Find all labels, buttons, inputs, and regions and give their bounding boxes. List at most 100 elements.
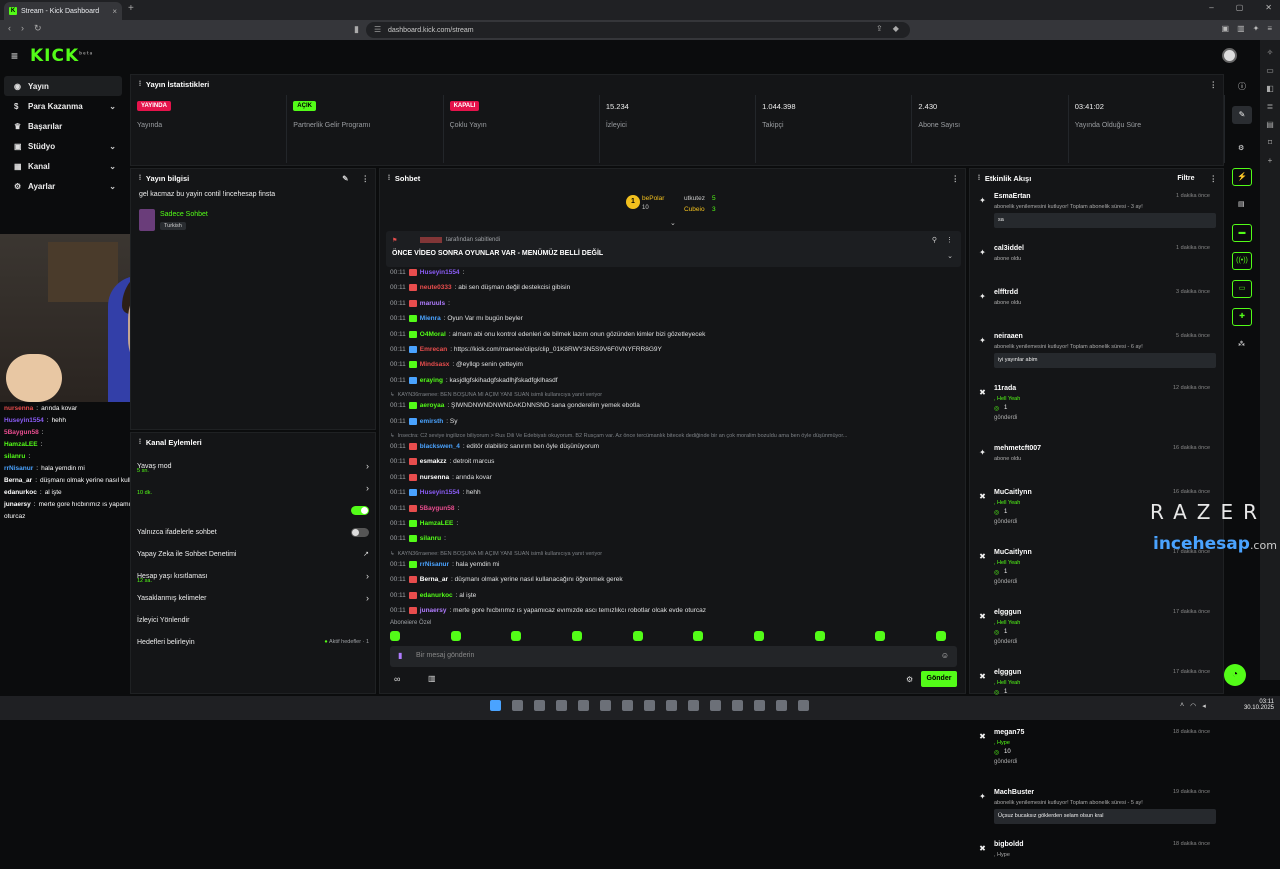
flash-icon[interactable]: ⚡ [1232, 168, 1252, 186]
nav-item-4[interactable]: ▦ Kanal ⌄ [4, 156, 122, 176]
event-user[interactable]: elfftrdd [994, 289, 1018, 296]
forward-icon[interactable]: › [21, 23, 24, 34]
chat-message[interactable]: 00:11 Huseyin1554: [390, 269, 950, 276]
activity-event[interactable]: ✦ elfftrdd 3 dakika önce abone oldu [974, 289, 1220, 317]
chat-message[interactable]: 00:11 rrNisanur: hala yemdin mi [390, 560, 950, 568]
github-icon[interactable] [732, 700, 743, 711]
reload-icon[interactable]: ↻ [34, 23, 42, 34]
sidebar-add-icon[interactable]: + [1268, 156, 1273, 165]
chat-username[interactable]: esmakzz [420, 458, 447, 465]
menu-icon[interactable]: ≡ [1267, 24, 1272, 33]
chat-message[interactable]: 00:11 silanru: [390, 535, 950, 543]
activity-event[interactable]: ✦ mehmetcft007 16 dakika önce abone oldu [974, 445, 1220, 473]
hamburger-icon[interactable]: ≡ [11, 49, 18, 63]
chevron-down-icon[interactable]: ⌄ [109, 142, 116, 151]
emote-icon[interactable] [571, 631, 582, 641]
activity-event[interactable]: ✦ cal3iddel 1 dakika önce abone oldu [974, 245, 1220, 273]
chat-username[interactable]: silanru [420, 535, 441, 542]
channel-action-row[interactable]: Yapay Zeka ile Sohbet Denetimi ↗ [131, 543, 375, 565]
files-icon[interactable] [556, 700, 567, 711]
activity-event[interactable]: ✖ 11rada 12 dakika önce , Hell Yeah ◎ 1 gönder… [974, 385, 1220, 429]
emote-icon[interactable] [693, 631, 704, 641]
chat-username[interactable]: Mienra [420, 315, 441, 322]
chevron-up-icon[interactable]: ˄ [1180, 702, 1184, 710]
chat-username[interactable]: emirsth [420, 418, 443, 425]
trash-icon[interactable]: ▥ [428, 674, 436, 683]
emote-icon[interactable] [632, 631, 643, 641]
minimize-icon[interactable]: – [1209, 3, 1213, 12]
activity-event[interactable]: ✦ EsmaErtan 1 dakika önce abonelik yenileme… [974, 193, 1220, 243]
info-icon[interactable]: ⓘ [1238, 81, 1246, 92]
edit-icon[interactable]: ✎ [342, 174, 348, 183]
maximize-icon[interactable]: ▢ [1236, 3, 1244, 12]
nav-item-0[interactable]: ◉ Yayın [4, 76, 122, 96]
ableton-icon[interactable] [688, 700, 699, 711]
notepad-icon[interactable] [644, 700, 655, 711]
category-name[interactable]: Sadece Sohbet [160, 211, 208, 218]
chat-username[interactable]: rrNisanur [420, 561, 449, 568]
back-icon[interactable]: ‹ [8, 23, 11, 34]
chat-message[interactable]: 00:11 esmakzz: detroit marcus [390, 458, 950, 466]
toggle-switch[interactable] [351, 527, 369, 537]
activity-event[interactable]: ✦ MachBuster 19 dakika önce abonelik yenile… [974, 789, 1220, 839]
reply-context[interactable]: ↳ KAYN36rraenee: BEN BOŞUNA Mİ AÇIM YANİ … [390, 392, 950, 398]
activity-event[interactable]: ✖ megan75 18 dakika önce , Hype ◎ 10 gönderdi [974, 729, 1220, 773]
event-user[interactable]: megan75 [994, 729, 1024, 736]
chat-settings-icon[interactable]: ⚙ [906, 675, 913, 684]
send-button[interactable]: Gönder [921, 671, 957, 687]
steam-icon[interactable] [600, 700, 611, 711]
leader-1-name[interactable]: bePolar [642, 195, 664, 202]
toggle-switch[interactable] [351, 505, 369, 515]
event-user[interactable]: bigboldd [994, 841, 1024, 848]
chat-username[interactable]: blackswen_4 [420, 443, 460, 450]
broadcast-icon[interactable]: ((•)) [1232, 252, 1252, 270]
badge-icon[interactable]: ▮ [398, 651, 402, 660]
chat-message[interactable]: 00:11 neute0333: abi sen düşman değil des… [390, 284, 950, 292]
chat-username[interactable]: HamzaLEE [420, 520, 454, 527]
chat-username[interactable]: maruuls [420, 300, 445, 307]
chat-message[interactable]: 00:11 Mienra: Oyun Var mı bugün beyler [390, 315, 950, 323]
new-tab-button[interactable]: + [128, 3, 134, 14]
chevron-down-icon[interactable]: ⌄ [109, 182, 116, 191]
browser-tab[interactable]: K Stream - Kick Dashboard × [4, 2, 122, 20]
chat-username[interactable]: Emrecan [420, 346, 447, 353]
card-icon[interactable]: ▭ [1232, 280, 1252, 298]
event-user[interactable]: elgggun [994, 609, 1021, 616]
channel-action-row[interactable]: 10 dk. › [131, 477, 375, 499]
event-user[interactable]: mehmetcft007 [994, 445, 1041, 452]
leo-icon[interactable]: ✦ [1253, 24, 1260, 33]
channel-action-row[interactable]: Yasaklanmış kelimeler › [131, 587, 375, 609]
chat-message[interactable]: 00:11 Huseyin1554: hehh [390, 489, 950, 497]
proton-icon[interactable] [754, 700, 765, 711]
activity-event[interactable]: ✖ bigboldd 18 dakika önce , Hype [974, 841, 1220, 869]
chat-message[interactable]: 00:11 junaersy: merte gore hıcbırımız ıs … [390, 607, 950, 614]
channel-action-row[interactable]: Hesap yaşı kısıtlaması 12 sa. › [131, 565, 375, 587]
shield-icon[interactable]: ◆ [893, 24, 899, 33]
chevron-down-icon[interactable]: ⌄ [109, 162, 116, 171]
leader-2-name[interactable]: utkutez [684, 195, 705, 202]
split-icon[interactable]: ▥ [1237, 24, 1245, 33]
leader-3-name[interactable]: Cubeio [684, 206, 705, 213]
nav-item-5[interactable]: ⚙ Ayarlar ⌄ [4, 176, 122, 196]
chat-username[interactable]: 5Baygun58 [420, 505, 455, 512]
chat-message[interactable]: 00:11 Emrecan: https://kick.com/rraenee/c… [390, 346, 950, 353]
chevron-right-icon[interactable]: › [366, 571, 369, 581]
extensions-icon[interactable]: ▣ [1222, 24, 1230, 33]
emote-icon[interactable] [390, 631, 400, 641]
channel-action-row[interactable]: Hedefleri belirleyin ● Aktif hedefler · 1 [131, 631, 375, 653]
settings-icon[interactable]: ⚙ [1238, 144, 1244, 152]
chat-username[interactable]: edanurkoc [420, 592, 453, 599]
close-tab-icon[interactable]: × [112, 7, 117, 16]
chat-message[interactable]: 00:11 maruuls: [390, 299, 950, 307]
pinned-more-icon[interactable]: ⋮ [946, 236, 953, 244]
edit-layout-icon[interactable]: ✎ [1232, 106, 1252, 124]
wrench-icon[interactable]: ✚ [1232, 308, 1252, 326]
more-icon[interactable]: ⋮ [1210, 80, 1218, 89]
chat-bubble-icon[interactable]: ▬ [1232, 224, 1252, 242]
chat-message[interactable]: 00:11 blackswen_4: editör olabiliriz sanı… [390, 443, 950, 450]
share-nodes-icon[interactable]: ⁂ [1238, 340, 1245, 348]
activity-event[interactable]: ✖ elgggun 17 dakika önce , Hell Yeah ◎ 1 gönde… [974, 609, 1220, 653]
external-link-icon[interactable]: ↗ [363, 550, 369, 558]
brave-icon[interactable] [534, 700, 545, 711]
chat-message[interactable]: 00:11 HamzaLEE: [390, 520, 950, 527]
